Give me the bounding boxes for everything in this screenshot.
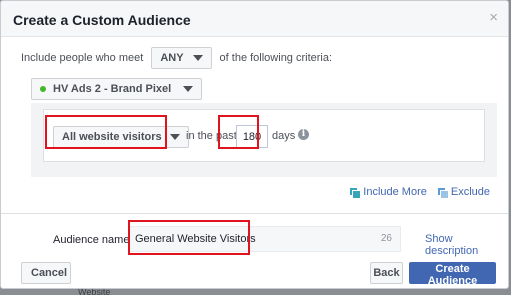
criteria-row: Include people who meet ANY of the follo… bbox=[21, 47, 333, 69]
close-icon[interactable]: × bbox=[489, 10, 498, 26]
audience-name-field[interactable]: 26 bbox=[128, 226, 401, 252]
show-description-link[interactable]: Show description bbox=[425, 233, 508, 257]
pixel-name: HV Ads 2 - Brand Pixel bbox=[53, 83, 172, 95]
pixel-dropdown[interactable]: HV Ads 2 - Brand Pixel bbox=[31, 78, 203, 100]
rule-links: Include More Exclude bbox=[349, 186, 490, 199]
visitors-dropdown[interactable]: All website visitors bbox=[53, 126, 189, 148]
visitors-value: All website visitors bbox=[62, 131, 162, 143]
dialog-header: Create a Custom Audience × bbox=[1, 1, 508, 37]
dialog-title: Create a Custom Audience bbox=[13, 12, 191, 28]
info-icon[interactable]: i bbox=[298, 129, 309, 140]
chevron-down-icon bbox=[192, 55, 203, 61]
cancel-button[interactable]: Cancel bbox=[21, 262, 71, 284]
chevron-down-icon bbox=[183, 86, 194, 92]
match-any-dropdown[interactable]: ANY bbox=[151, 47, 212, 69]
audience-name-input[interactable] bbox=[129, 227, 369, 251]
include-more-icon bbox=[349, 187, 362, 199]
criteria-suffix: of the following criteria: bbox=[219, 52, 333, 64]
pixel-status-icon bbox=[40, 86, 46, 92]
include-more-label: Include More bbox=[363, 186, 427, 198]
retention-days-input[interactable] bbox=[236, 125, 268, 148]
create-audience-button[interactable]: Create Audience bbox=[409, 262, 496, 287]
exclude-link[interactable]: Exclude bbox=[436, 186, 490, 199]
rule-row: All website visitors in the past days i bbox=[43, 109, 485, 162]
include-more-link[interactable]: Include More bbox=[349, 186, 427, 199]
rule-panel: All website visitors in the past days i bbox=[31, 103, 497, 177]
create-audience-dialog: Create a Custom Audience × Include peopl… bbox=[0, 0, 509, 289]
char-counter: 26 bbox=[380, 233, 392, 244]
exclude-icon bbox=[436, 187, 449, 199]
criteria-prefix: Include people who meet bbox=[21, 52, 144, 64]
audience-name-label: Audience name bbox=[53, 234, 130, 246]
exclude-label: Exclude bbox=[450, 186, 490, 198]
match-any-value: ANY bbox=[160, 52, 184, 64]
chevron-down-icon bbox=[169, 134, 180, 140]
back-button[interactable]: Back bbox=[370, 262, 403, 284]
days-label: days bbox=[272, 130, 296, 142]
in-the-past-label: in the past bbox=[186, 130, 237, 142]
divider bbox=[1, 213, 508, 214]
